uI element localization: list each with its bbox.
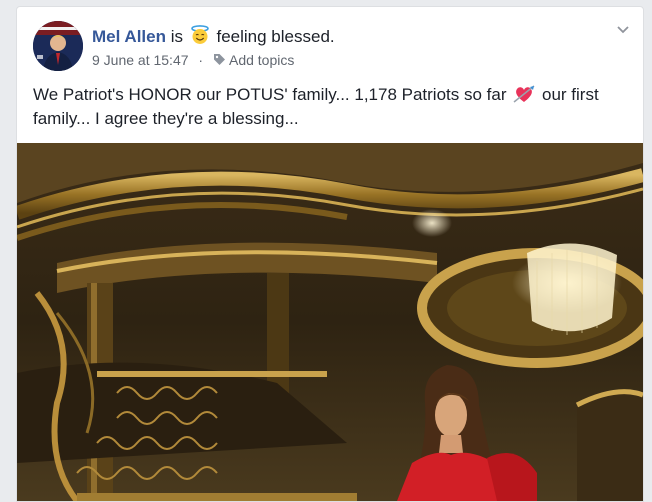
feeling-text: feeling blessed. (216, 27, 335, 46)
post-photo[interactable] (17, 143, 643, 501)
author-avatar[interactable] (33, 21, 83, 71)
photo-image (17, 143, 643, 501)
tag-icon (213, 54, 225, 65)
is-text: is (170, 27, 184, 46)
post-message: We Patriot's HONOR our POTUS' family... … (33, 83, 633, 131)
add-topics-label: Add topics (228, 52, 295, 68)
post-timestamp[interactable]: 9 June at 15:47 (92, 52, 189, 68)
meta-separator: · (198, 52, 204, 68)
smiling-face-with-halo-icon (190, 25, 209, 44)
chevron-down-icon[interactable] (615, 21, 631, 37)
avatar-image (33, 21, 83, 71)
author-name[interactable]: Mel Allen (92, 27, 166, 46)
add-topics-link[interactable]: Add topics (213, 52, 294, 68)
heart-with-arrow-icon (513, 85, 535, 103)
message-part-1: We Patriot's HONOR our POTUS' family... … (33, 85, 507, 104)
post-header: Mel Allen is feeling blessed. (92, 25, 335, 47)
post-card: Mel Allen is feeling blessed. 9 June at … (16, 6, 644, 502)
post-meta: 9 June at 15:47 · Add topics (92, 52, 294, 68)
